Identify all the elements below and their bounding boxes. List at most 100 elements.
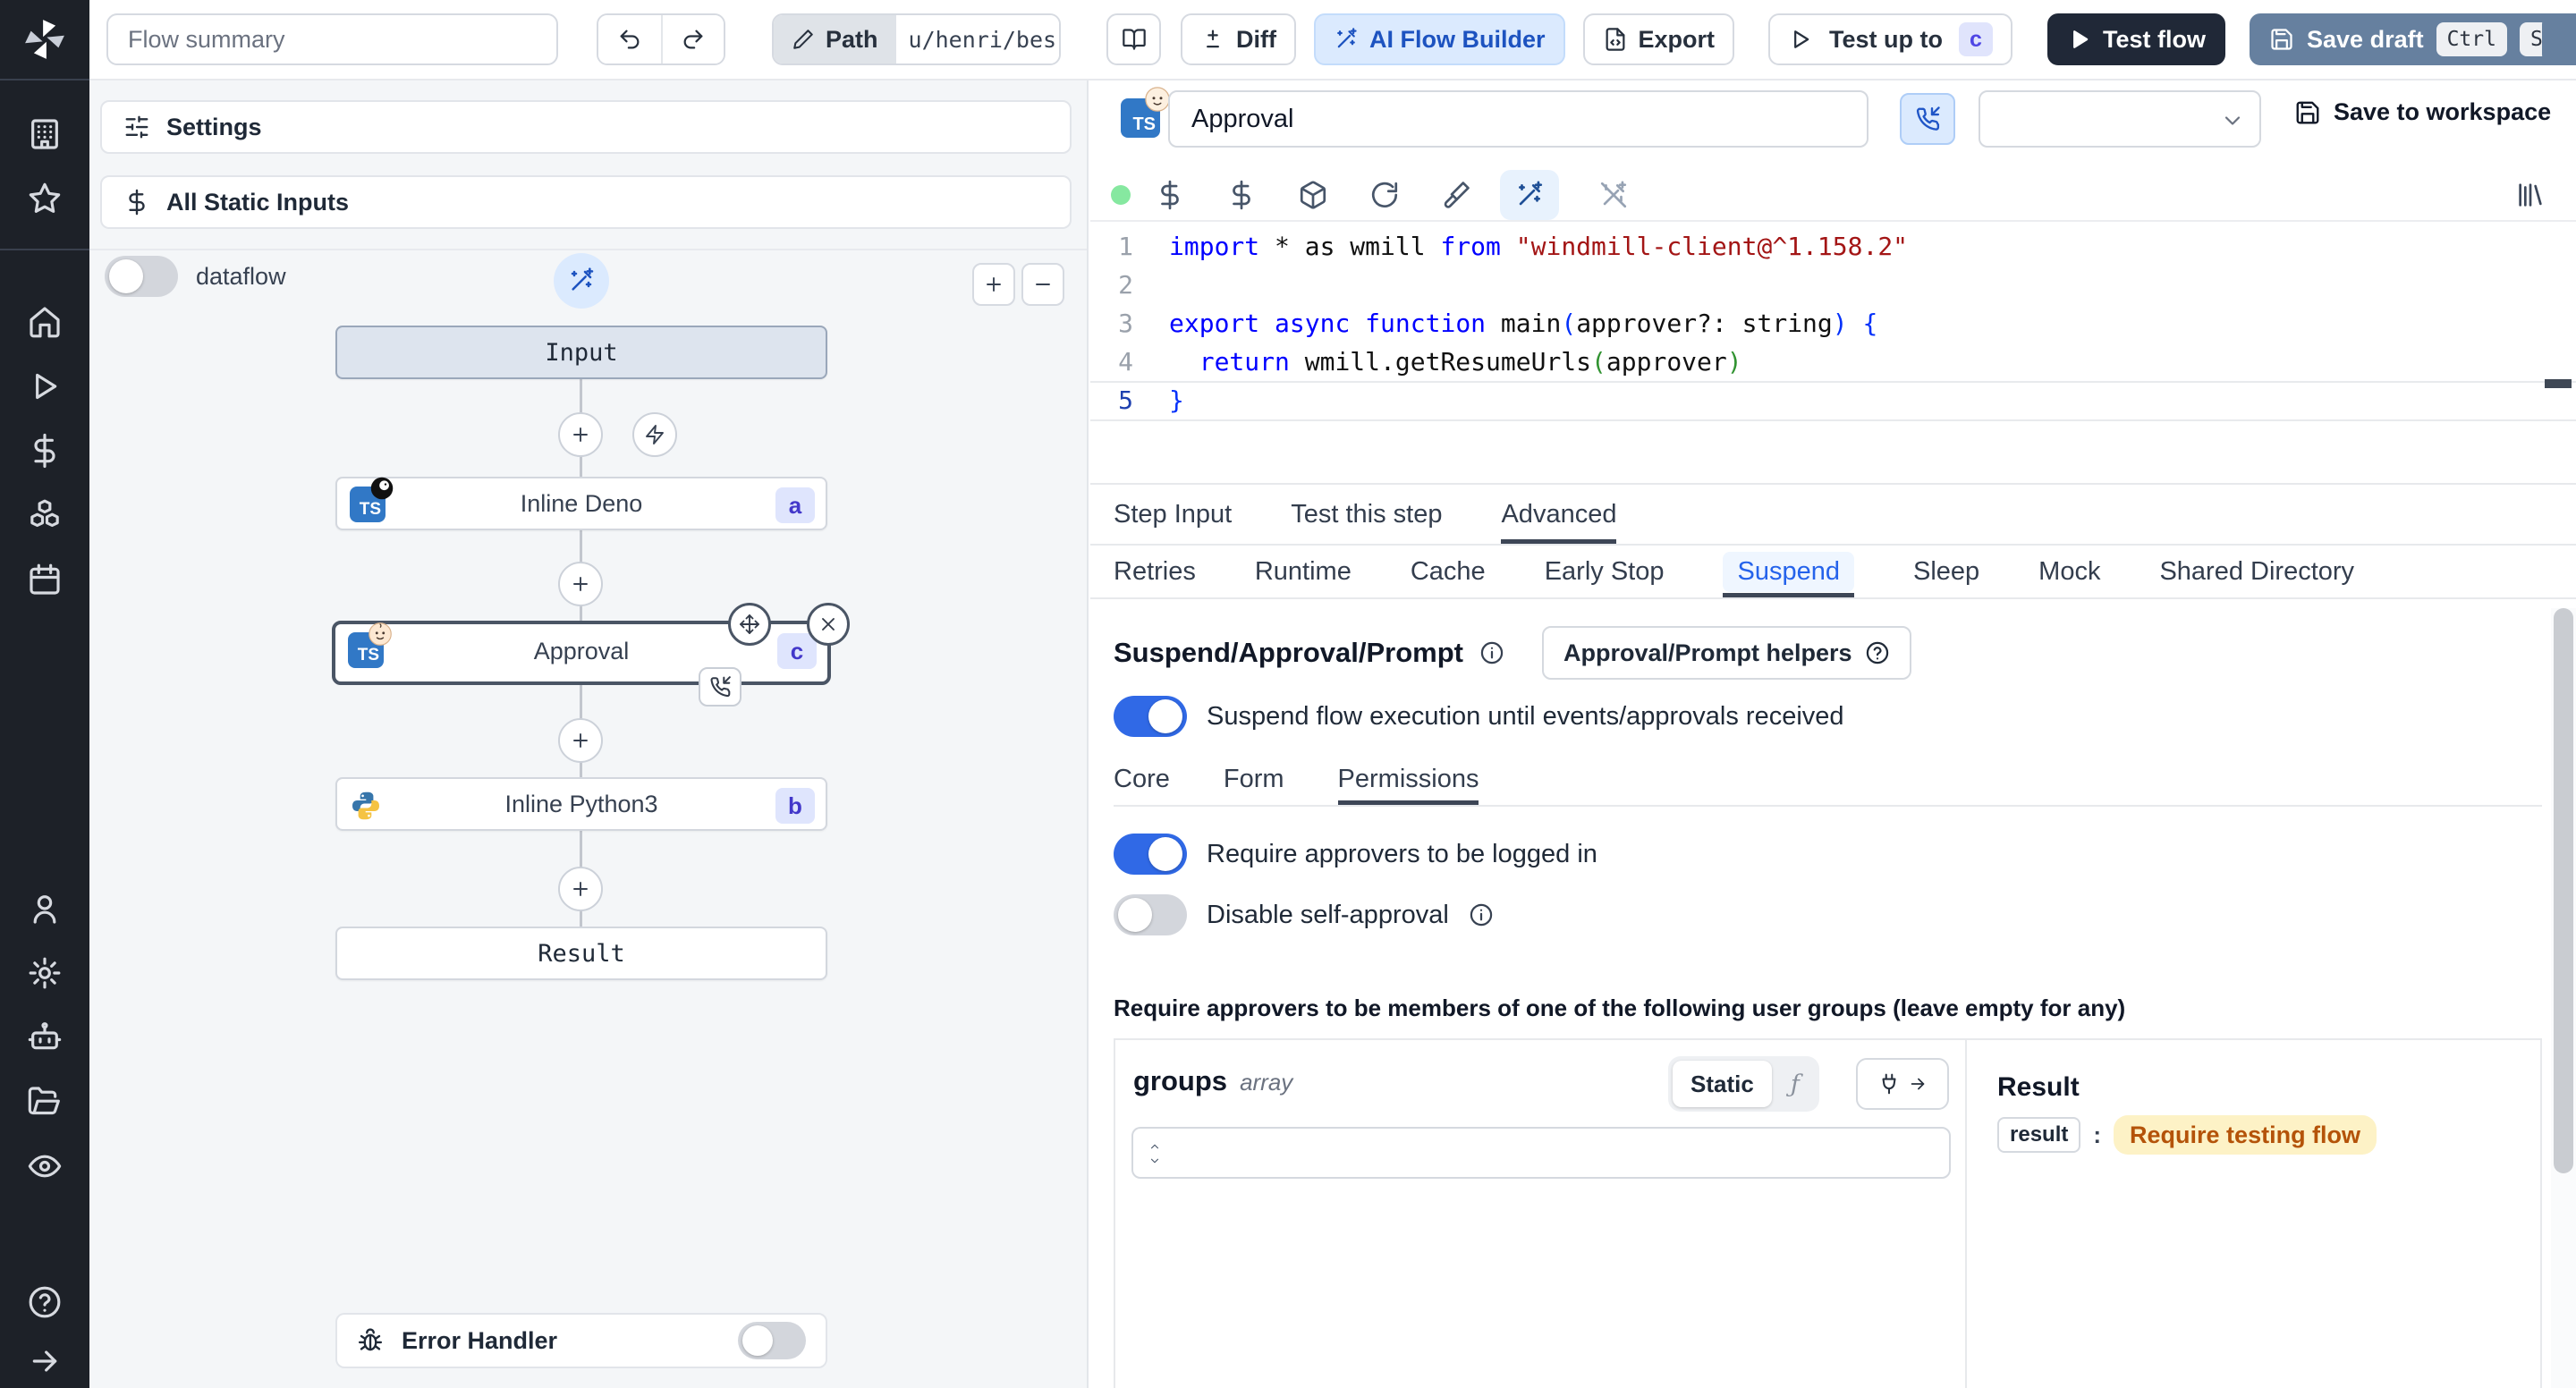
- windmill-logo[interactable]: [0, 0, 89, 79]
- tab-cache[interactable]: Cache: [1411, 546, 1486, 597]
- reload-icon[interactable]: [1369, 180, 1400, 210]
- play-icon: [1788, 27, 1813, 52]
- flow-settings-card[interactable]: Settings: [100, 100, 1072, 154]
- tab-suspend[interactable]: Suspend: [1723, 546, 1854, 597]
- dataflow-toggle[interactable]: [105, 256, 178, 297]
- sliders-icon: [123, 114, 150, 140]
- variables-icon[interactable]: [1155, 180, 1185, 210]
- tab-core[interactable]: Core: [1114, 753, 1170, 805]
- tab-retries[interactable]: Retries: [1114, 546, 1196, 597]
- tab-permissions[interactable]: Permissions: [1337, 753, 1479, 805]
- sidebar-item-favorites[interactable]: [0, 166, 89, 231]
- path-group[interactable]: Path u/henri/bes: [772, 13, 1061, 65]
- test-up-to-label: Test up to: [1829, 25, 1943, 53]
- panel-scrollbar[interactable]: [2551, 608, 2576, 1388]
- add-step-button[interactable]: [558, 718, 603, 763]
- docs-button[interactable]: [1106, 13, 1161, 65]
- save-to-workspace-button[interactable]: Save to workspace: [2294, 98, 2551, 126]
- ai-graph-wand-button[interactable]: [554, 253, 609, 309]
- format-brush-icon[interactable]: [1441, 180, 1471, 210]
- tab-step-input[interactable]: Step Input: [1114, 485, 1232, 544]
- function-mode-button[interactable]: ƒ: [1775, 1061, 1815, 1107]
- tab-mock[interactable]: Mock: [2038, 546, 2100, 597]
- sidebar-item-help[interactable]: [0, 1270, 89, 1334]
- undo-button[interactable]: [598, 15, 661, 63]
- sidebar-expand-button[interactable]: [0, 1334, 89, 1388]
- disable-self-approval-toggle[interactable]: [1114, 894, 1187, 935]
- tab-shared-directory[interactable]: Shared Directory: [2159, 546, 2354, 597]
- export-button[interactable]: Export: [1582, 13, 1735, 65]
- tab-sleep[interactable]: Sleep: [1913, 546, 1979, 597]
- add-step-button[interactable]: [558, 562, 603, 606]
- step-name-input[interactable]: [1168, 90, 1868, 148]
- suspend-subtabs: Core Form Permissions: [1114, 753, 2542, 807]
- wand-off-icon[interactable]: [1598, 180, 1629, 210]
- sidebar-item-audit-logs[interactable]: [0, 1134, 89, 1198]
- all-static-inputs-card[interactable]: All Static Inputs: [100, 175, 1072, 229]
- sidebar-item-variables[interactable]: [0, 419, 89, 483]
- tab-early-stop[interactable]: Early Stop: [1545, 546, 1665, 597]
- stepper-icon[interactable]: [1146, 1136, 1164, 1172]
- graph-node-inline-deno[interactable]: TS Inline Deno a: [335, 477, 827, 530]
- dataflow-row: dataflow: [105, 256, 286, 297]
- info-icon[interactable]: [1469, 902, 1494, 927]
- add-step-button[interactable]: [558, 867, 603, 911]
- sidebar-item-settings[interactable]: [0, 941, 89, 1005]
- library-icon[interactable]: [2515, 180, 2546, 210]
- baby-emoji-icon: [1145, 87, 1170, 112]
- help-icon: [1865, 640, 1890, 665]
- worker-tag-select[interactable]: [1979, 90, 2261, 148]
- sidebar-item-workers[interactable]: [0, 1005, 89, 1070]
- editor-scrollbar-mark[interactable]: [2545, 379, 2572, 388]
- save-draft-button[interactable]: Save draft Ctrl S: [2250, 13, 2573, 65]
- flow-summary-input[interactable]: [106, 13, 558, 65]
- test-flow-button[interactable]: Test flow: [2047, 13, 2226, 65]
- error-handler-toggle[interactable]: [738, 1322, 806, 1359]
- suspend-flow-toggle[interactable]: [1114, 696, 1187, 737]
- redo-button[interactable]: [661, 15, 724, 63]
- zoom-in-button[interactable]: [972, 263, 1015, 306]
- sidebar-item-workspace[interactable]: [0, 102, 89, 166]
- delete-step-button[interactable]: [807, 603, 850, 646]
- sidebar-item-schedules[interactable]: [0, 547, 89, 612]
- static-mode-button[interactable]: Static: [1673, 1061, 1772, 1107]
- tab-advanced[interactable]: Advanced: [1501, 485, 1617, 544]
- test-up-to-button[interactable]: Test up to c: [1768, 13, 2012, 65]
- step-badge: c: [1959, 22, 1993, 56]
- graph-node-inline-python3[interactable]: Inline Python3 b: [335, 777, 827, 831]
- graph-node-result[interactable]: Result: [335, 927, 827, 980]
- require-login-toggle[interactable]: [1114, 834, 1187, 875]
- package-icon[interactable]: [1298, 180, 1328, 210]
- tab-runtime[interactable]: Runtime: [1255, 546, 1352, 597]
- sidebar-item-home[interactable]: [0, 290, 89, 354]
- scrollbar-thumb[interactable]: [2554, 608, 2573, 1173]
- sidebar-item-folders[interactable]: [0, 1070, 89, 1134]
- deploy-button-partial[interactable]: [2542, 13, 2576, 65]
- tab-test-this-step[interactable]: Test this step: [1291, 485, 1442, 544]
- error-handler-card[interactable]: Error Handler: [335, 1313, 827, 1368]
- code-editor[interactable]: 12345 import * as wmill from "windmill-c…: [1090, 224, 2576, 485]
- step-header: TS Save to workspace: [1090, 80, 2576, 165]
- book-open-icon: [1122, 27, 1147, 52]
- ai-assistant-button[interactable]: [1500, 170, 1559, 220]
- file-code-icon: [1603, 27, 1628, 52]
- resources-icon[interactable]: [1226, 180, 1257, 210]
- path-label-segment: Path: [774, 15, 896, 63]
- suspend-indicator-button[interactable]: [1900, 93, 1955, 145]
- add-step-button[interactable]: [558, 412, 603, 457]
- tab-form[interactable]: Form: [1224, 753, 1284, 805]
- add-trigger-button[interactable]: [632, 412, 677, 457]
- info-icon[interactable]: [1479, 640, 1504, 665]
- approval-prompt-helpers-button[interactable]: Approval/Prompt helpers: [1541, 626, 1911, 680]
- ai-flow-builder-button[interactable]: AI Flow Builder: [1313, 13, 1565, 65]
- groups-array-input[interactable]: [1131, 1127, 1951, 1179]
- move-step-button[interactable]: [728, 603, 771, 646]
- connect-input-button[interactable]: [1856, 1058, 1949, 1110]
- sidebar-item-runs[interactable]: [0, 354, 89, 419]
- diff-button[interactable]: Diff: [1181, 13, 1296, 65]
- sidebar-item-resources[interactable]: [0, 483, 89, 547]
- graph-node-input[interactable]: Input: [335, 326, 827, 379]
- close-icon: [818, 614, 839, 635]
- sidebar-item-users[interactable]: [0, 876, 89, 941]
- zoom-out-button[interactable]: [1021, 263, 1064, 306]
